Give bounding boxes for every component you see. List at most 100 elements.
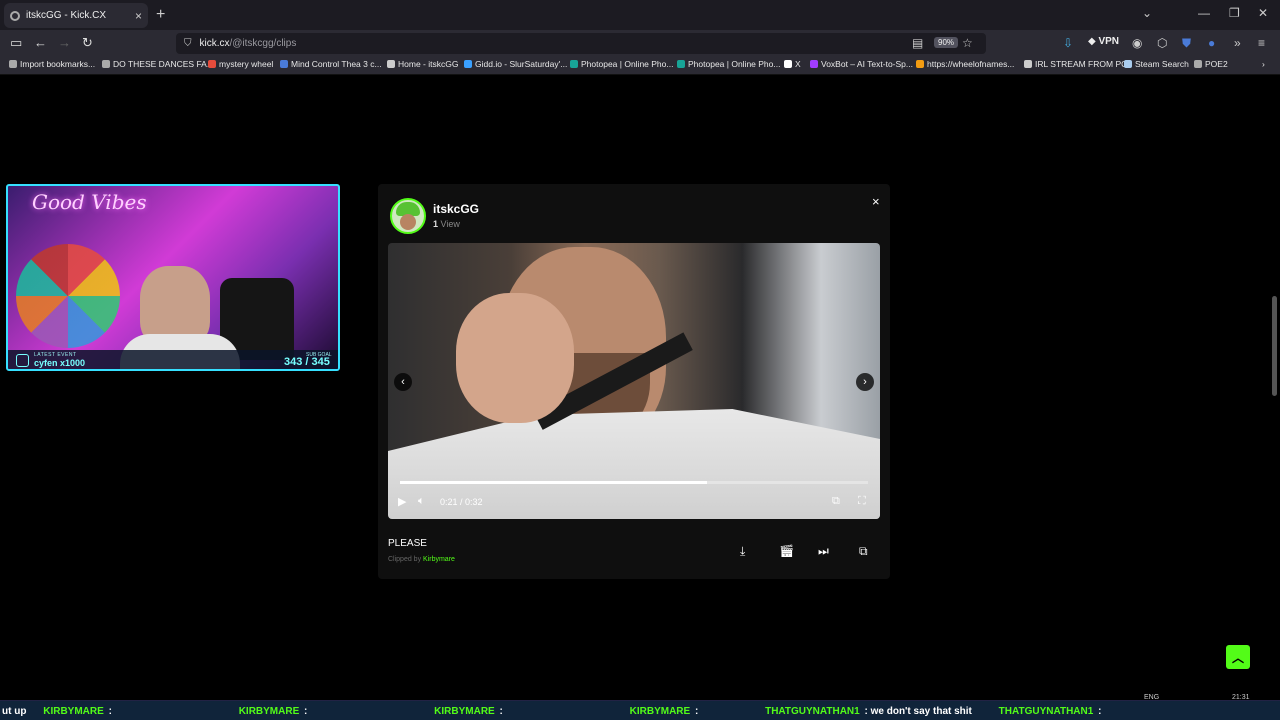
clock[interactable]: 21:31: [1232, 694, 1250, 701]
browser-tab[interactable]: itskcGG - Kick.CX ×: [4, 3, 148, 28]
bookmark-star-icon[interactable]: ☆: [962, 36, 973, 50]
ticker-message: THATGUYNATHAN1 :: [998, 706, 1102, 717]
zoom-level-badge[interactable]: 90%: [934, 37, 959, 48]
ticker-message: KIRBYMARE :: [238, 706, 308, 717]
chat-ticker: ut up KIRBYMARE : KIRBYMARE : KIRBYMARE …: [0, 706, 1101, 717]
shield-extension-icon[interactable]: ⛊: [1182, 36, 1191, 51]
channel-name[interactable]: itskcGG: [433, 202, 479, 216]
tab-list-chevron-icon[interactable]: ⌄: [1142, 6, 1152, 20]
page-scrollbar[interactable]: [1272, 296, 1277, 396]
avatar[interactable]: [390, 198, 426, 234]
bookmark-icon: [9, 60, 17, 68]
clipper-link[interactable]: Kirbymare: [423, 556, 455, 563]
kick-favicon-icon: [10, 10, 20, 21]
bookmark-item[interactable]: mystery wheel: [208, 59, 273, 69]
gidd-favicon-icon: [464, 60, 472, 68]
new-tab-button[interactable]: +: [156, 6, 165, 24]
forward-button[interactable]: →: [58, 35, 71, 50]
profile-extension-icon[interactable]: ●: [1208, 36, 1215, 50]
doc-favicon-icon: [280, 60, 288, 68]
video-player[interactable]: ‹ › ▶ 🔈︎ 0:21 / 0:32 ⧉ ⛶: [388, 243, 880, 519]
bookmark-item[interactable]: Photopea | Online Pho...: [677, 59, 780, 69]
download-icon[interactable]: ⤓: [740, 544, 745, 559]
fullscreen-icon[interactable]: ⛶: [858, 495, 866, 508]
bookmark-item[interactable]: Steam Search: [1124, 59, 1189, 69]
folder-icon: [102, 60, 110, 68]
bookmark-item[interactable]: https://wheelofnames...: [916, 59, 1014, 69]
bookmark-item[interactable]: DO THESE DANCES FA...: [102, 59, 214, 69]
webcam-overlay: Good Vibes LATEST EVENT cyfen x1000 SUB …: [6, 184, 340, 371]
vpn-button[interactable]: ◆ VPN: [1088, 36, 1119, 47]
neon-sign: Good Vibes: [32, 190, 147, 214]
clip-modal: itskcGG 1 View × ‹ › ▶ 🔈︎ 0:21 / 0:32 ⧉ …: [378, 184, 890, 579]
bookmarks-overflow-icon[interactable]: ›: [1262, 59, 1265, 69]
bookmark-item[interactable]: IRL STREAM FROM PC: [1024, 59, 1127, 69]
tab-close-icon[interactable]: ×: [135, 9, 142, 23]
taskbar: ut up KIRBYMARE : KIRBYMARE : KIRBYMARE …: [0, 700, 1280, 720]
overflow-menu-icon[interactable]: »: [1234, 36, 1241, 50]
bookmarks-bar: Import bookmarks... DO THESE DANCES FA..…: [0, 56, 1280, 75]
navigation-bar: ▭ ← → ↻ ⛉ kick.cx/@itskcgg/clips ▤ 90% ☆…: [0, 30, 1280, 56]
play-icon[interactable]: ▶: [398, 495, 406, 508]
time-display: 0:21 / 0:32: [440, 497, 483, 507]
sub-goal-value: 343 / 345: [284, 356, 330, 368]
reload-button[interactable]: ↻: [82, 35, 93, 51]
app-menu-icon[interactable]: ≡: [1258, 36, 1265, 50]
voxbot-favicon-icon: [810, 60, 818, 68]
maximize-button[interactable]: ❐: [1229, 6, 1240, 20]
event-icon: [16, 354, 29, 367]
copy-icon[interactable]: ⧉: [859, 544, 868, 559]
picture-in-picture-icon[interactable]: ⧉: [832, 495, 840, 508]
view-count: 1 View: [433, 219, 460, 229]
address-bar[interactable]: ⛉ kick.cx/@itskcgg/clips: [176, 33, 986, 54]
scroll-to-top-button[interactable]: ︿: [1226, 645, 1250, 669]
volume-icon[interactable]: 🔈︎: [418, 495, 425, 508]
close-window-button[interactable]: ✕: [1258, 6, 1268, 20]
language-indicator[interactable]: ENG: [1144, 694, 1159, 701]
globe-icon: [1024, 60, 1032, 68]
latest-event-value: cyfen x1000: [34, 358, 86, 368]
wheel-favicon-icon: [208, 60, 216, 68]
page-favicon-icon: [387, 60, 395, 68]
extensions-icon[interactable]: ⬡: [1157, 36, 1167, 50]
ticker-message: ut up: [2, 706, 27, 717]
bookmark-item[interactable]: Home - itskcGG: [387, 59, 458, 69]
photopea-favicon-icon: [677, 60, 685, 68]
url-host: kick.cx: [199, 38, 230, 49]
ticker-message: KIRBYMARE :: [434, 706, 503, 717]
account-icon[interactable]: ◉: [1132, 36, 1142, 50]
minimize-button[interactable]: —: [1198, 6, 1210, 20]
sidebar-toggle-icon[interactable]: ▭: [10, 35, 22, 51]
bookmark-item[interactable]: POE2: [1194, 59, 1228, 69]
wheelofnames-favicon-icon: [916, 60, 924, 68]
folder-icon: [1194, 60, 1202, 68]
skip-next-icon[interactable]: ⏭︎: [818, 544, 829, 559]
tab-title: itskcGG - Kick.CX: [26, 10, 107, 21]
video-progress-bar[interactable]: [400, 481, 868, 484]
photopea-favicon-icon: [570, 60, 578, 68]
ticker-message: THATGUYNATHAN1 : we don't say that shit: [765, 706, 972, 717]
downloads-icon[interactable]: ⇩: [1063, 36, 1073, 50]
bookmark-item[interactable]: X: [784, 59, 801, 69]
bookmark-item[interactable]: Mind Control Thea 3 c...: [280, 59, 382, 69]
progress-fill: [400, 481, 707, 484]
ticker-message: KIRBYMARE :: [43, 706, 112, 717]
site-info-shield-icon[interactable]: ⛉: [184, 38, 192, 49]
clip-title: PLEASE: [388, 538, 427, 549]
tab-bar: itskcGG - Kick.CX × + ⌄ — ❐ ✕: [0, 0, 1280, 30]
stream-stats-bar: LATEST EVENT cyfen x1000 SUB GOAL 343 / …: [8, 350, 338, 369]
x-favicon-icon: [784, 60, 792, 68]
bookmark-item[interactable]: VoxBot – AI Text-to-Sp...: [810, 59, 913, 69]
url-path: /@itskcgg/clips: [229, 38, 297, 49]
back-button[interactable]: ←: [34, 35, 47, 50]
bookmark-item[interactable]: Import bookmarks...: [9, 59, 95, 69]
clapperboard-icon[interactable]: 🎬︎: [779, 544, 794, 558]
reader-view-icon[interactable]: ▤: [912, 36, 923, 50]
next-clip-button[interactable]: ›: [856, 373, 874, 391]
bookmark-item[interactable]: Gidd.io - SlurSaturday'...: [464, 59, 567, 69]
steam-favicon-icon: [1124, 60, 1132, 68]
previous-clip-button[interactable]: ‹: [394, 373, 412, 391]
bookmark-item[interactable]: Photopea | Online Pho...: [570, 59, 673, 69]
close-modal-button[interactable]: ×: [872, 194, 880, 209]
vpn-label: VPN: [1098, 36, 1120, 47]
